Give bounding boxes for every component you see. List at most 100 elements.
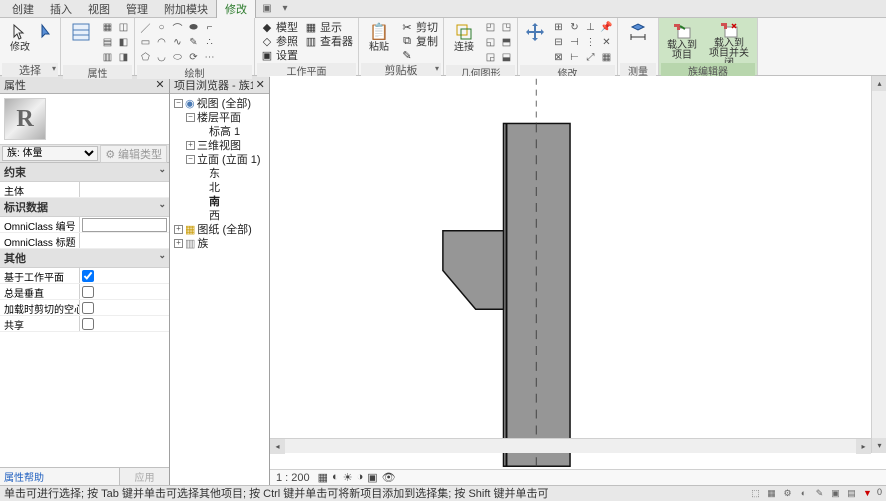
omni-number-input[interactable]: [82, 218, 167, 232]
modify-button[interactable]: 修改: [3, 20, 37, 62]
status-icon-2[interactable]: ▦: [765, 487, 778, 499]
scrollbar-horizontal[interactable]: ◂ ▸: [270, 438, 871, 453]
paste-button[interactable]: 📋 粘贴: [362, 20, 396, 62]
geo-5[interactable]: ⬒: [499, 35, 514, 49]
drawing-canvas[interactable]: ▴ ▾ ◂ ▸: [270, 76, 886, 469]
ribbon-expand-icon[interactable]: ▣: [260, 2, 274, 16]
prop-cat-other[interactable]: 其他⌄: [0, 249, 169, 268]
tab-view[interactable]: 视图: [80, 0, 118, 19]
draw-circle[interactable]: ○: [154, 20, 169, 34]
mod-del[interactable]: ✕: [599, 35, 614, 49]
tree-expand-icon[interactable]: +: [174, 239, 183, 248]
cut-button[interactable]: ✂剪切: [398, 20, 440, 34]
match-button[interactable]: ✎: [398, 48, 440, 62]
tree-views[interactable]: −◉视图 (全部): [172, 96, 267, 110]
panel-clipboard-expand-icon[interactable]: ▾: [435, 64, 439, 73]
tab-addins[interactable]: 附加模块: [156, 0, 216, 19]
geo-4[interactable]: ◳: [499, 20, 514, 34]
family-type-select[interactable]: 族: 体量: [2, 146, 98, 161]
mod-mirror[interactable]: ⊠: [551, 50, 566, 64]
status-icon-5[interactable]: ✎: [813, 487, 826, 499]
prop-small-4[interactable]: ◫: [116, 20, 131, 34]
tree-level1[interactable]: 标高 1: [172, 124, 267, 138]
join-button[interactable]: 连接: [447, 20, 481, 62]
tree-collapse-icon[interactable]: −: [174, 99, 183, 108]
mod-rotate[interactable]: ↻: [567, 20, 582, 34]
panel-select-expand-icon[interactable]: ▾: [52, 64, 56, 73]
status-icon-6[interactable]: ▣: [829, 487, 842, 499]
model-button[interactable]: ◆模型: [258, 20, 300, 34]
draw-tan[interactable]: ⟳: [186, 50, 201, 64]
cat-expand-icon[interactable]: ⌄: [158, 199, 166, 210]
prop-cat-constraint[interactable]: 约束⌄: [0, 163, 169, 182]
tab-insert[interactable]: 插入: [42, 0, 80, 19]
tree-collapse-icon[interactable]: −: [186, 155, 195, 164]
geo-6[interactable]: ⬓: [499, 50, 514, 64]
shadow-icon[interactable]: ◑: [357, 471, 364, 484]
status-icon-7[interactable]: ▤: [845, 487, 858, 499]
ribbon-dropdown-icon[interactable]: ▾: [278, 2, 292, 16]
tree-south[interactable]: 南: [172, 194, 267, 208]
tree-elevations[interactable]: −立面 (立面 1): [172, 152, 267, 166]
viewer-button[interactable]: ▥查看器: [302, 34, 355, 48]
browser-close-button[interactable]: ✕: [253, 78, 267, 92]
geo-3[interactable]: ◲: [483, 50, 498, 64]
hide-icon[interactable]: 👁: [382, 471, 396, 484]
select-cursor-button[interactable]: [39, 20, 57, 62]
draw-pick[interactable]: ✎: [186, 35, 201, 49]
edit-type-button[interactable]: ⚙ 编辑类型: [100, 145, 167, 163]
mod-scale[interactable]: ⤢: [583, 50, 598, 64]
mod-array[interactable]: ⋮: [583, 35, 598, 49]
status-filter-icon[interactable]: ▼: [861, 487, 874, 499]
tree-east[interactable]: 东: [172, 166, 267, 180]
tree-collapse-icon[interactable]: −: [186, 113, 195, 122]
tree-expand-icon[interactable]: +: [174, 225, 183, 234]
set-button[interactable]: ▣设置: [258, 48, 300, 62]
prop-small-5[interactable]: ◧: [116, 35, 131, 49]
scroll-left-button[interactable]: ◂: [270, 439, 285, 454]
cat-expand-icon[interactable]: ⌄: [158, 250, 166, 261]
scroll-up-button[interactable]: ▴: [872, 76, 886, 91]
tab-manage[interactable]: 管理: [118, 0, 156, 19]
scroll-down-button[interactable]: ▾: [872, 438, 886, 453]
prop-small-6[interactable]: ◨: [116, 50, 131, 64]
measure-button[interactable]: [621, 20, 655, 62]
crop-icon[interactable]: ▣: [367, 471, 377, 484]
mod-offset[interactable]: ⊟: [551, 35, 566, 49]
draw-arc3[interactable]: ⌒: [170, 20, 185, 34]
mod-split[interactable]: ⊥: [583, 20, 598, 34]
detail-level-icon[interactable]: ▦: [318, 471, 328, 484]
tree-expand-icon[interactable]: +: [186, 141, 195, 150]
properties-button[interactable]: [64, 20, 98, 62]
shared-check[interactable]: [82, 318, 94, 330]
tree-sheets[interactable]: +▦图纸 (全部): [172, 222, 267, 236]
sun-path-icon[interactable]: ☀: [343, 471, 353, 484]
tree-north[interactable]: 北: [172, 180, 267, 194]
prop-small-1[interactable]: ▦: [100, 20, 115, 34]
scale-label[interactable]: 1 : 200: [276, 472, 310, 484]
geo-1[interactable]: ◰: [483, 20, 498, 34]
tree-west[interactable]: 西: [172, 208, 267, 222]
status-icon-4[interactable]: ◐: [797, 487, 810, 499]
draw-arc2[interactable]: ◡: [154, 50, 169, 64]
copy-button[interactable]: ⧉复制: [398, 34, 440, 48]
draw-arc1[interactable]: ◠: [154, 35, 169, 49]
draw-ellipse[interactable]: ⬭: [170, 50, 185, 64]
properties-apply-button[interactable]: 应用: [119, 468, 169, 485]
mod-trim[interactable]: ⊣: [567, 35, 582, 49]
draw-rect[interactable]: ▭: [138, 35, 153, 49]
mod-extend[interactable]: ⊢: [567, 50, 582, 64]
load-close-button[interactable]: 载入到 项目并关闭: [704, 20, 754, 62]
draw-extra2[interactable]: ⋯: [202, 50, 217, 64]
scrollbar-vertical[interactable]: ▴ ▾: [871, 76, 886, 453]
tree-floorplans[interactable]: −楼层平面: [172, 110, 267, 124]
ref-button[interactable]: ◇参照: [258, 34, 300, 48]
draw-extra1[interactable]: ∴: [202, 35, 217, 49]
prop-small-2[interactable]: ▤: [100, 35, 115, 49]
draw-poly[interactable]: ⬠: [138, 50, 153, 64]
voidcut-check[interactable]: [82, 302, 94, 314]
draw-line[interactable]: ／: [138, 20, 153, 34]
status-icon-1[interactable]: ⬚: [749, 487, 762, 499]
load-project-button[interactable]: 载入到 项目: [662, 20, 702, 62]
tab-modify[interactable]: 修改: [216, 0, 256, 19]
